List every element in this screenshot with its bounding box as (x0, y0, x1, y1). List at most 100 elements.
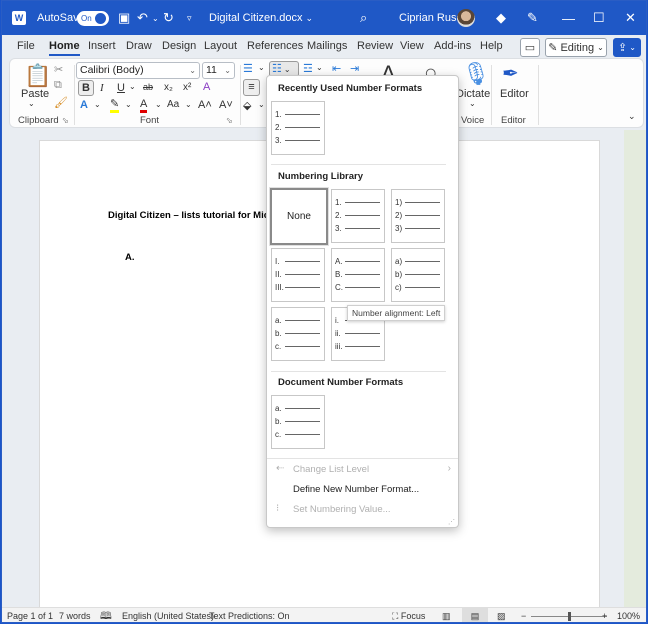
chevron-down-icon[interactable]: ⌄ (94, 100, 101, 109)
read-mode-icon[interactable]: ▥ (442, 611, 451, 622)
zoom-in-button[interactable]: + (602, 611, 607, 621)
bullets-icon[interactable]: ☰ (243, 62, 253, 75)
format-painter-icon[interactable]: 🖌 (54, 96, 68, 109)
chevron-down-icon[interactable]: ⌄ (258, 100, 265, 109)
zoom-slider[interactable] (531, 612, 607, 621)
page-count[interactable]: Page 1 of 1 (7, 611, 53, 621)
minimize-button[interactable]: — (562, 1, 575, 35)
library-format-upper-alpha[interactable]: A. B. C. (331, 248, 385, 302)
microphone-icon[interactable]: 🎙 (462, 61, 490, 87)
web-layout-icon[interactable]: ▨ (497, 611, 506, 622)
print-layout-icon[interactable]: ▤ (462, 608, 488, 622)
tab-references[interactable]: References (247, 40, 303, 52)
language[interactable]: English (United States) (122, 611, 214, 621)
resize-grip-icon[interactable]: ⋰ (448, 518, 455, 526)
chevron-down-icon[interactable]: ⌄ (155, 100, 162, 109)
text-predictions[interactable]: Text Predictions: On (209, 611, 290, 621)
document-title[interactable]: Digital Citizen.docx ⌄ (209, 1, 313, 35)
dialog-launcher-icon[interactable]: ⬂ (226, 116, 233, 125)
paste-button[interactable]: Paste (21, 88, 49, 100)
proofing-icon[interactable]: 🕮 (100, 609, 112, 622)
library-format-lower-alpha-period[interactable]: a. b. c. (271, 307, 325, 361)
font-color-button[interactable]: A (140, 98, 148, 113)
share-button[interactable]: ⇪ ⌄ (613, 38, 641, 57)
paste-dropdown-icon[interactable]: ⌄ (28, 99, 35, 108)
autosave-toggle[interactable]: On (77, 11, 109, 26)
shrink-font-button[interactable]: A˅ (219, 99, 233, 111)
vertical-scrollbar[interactable] (624, 130, 646, 607)
redo-icon[interactable]: ↻ (163, 1, 174, 35)
document-format-1[interactable]: a. b. c. (271, 395, 325, 449)
define-new-number-format-item[interactable]: Define New Number Format... (293, 484, 419, 495)
list-marker[interactable]: A. (125, 252, 135, 263)
subscript-button[interactable]: x₂ (164, 82, 173, 93)
tab-home[interactable]: Home (49, 40, 80, 56)
chevron-down-icon[interactable]: ⌄ (185, 100, 192, 109)
undo-icon[interactable]: ↶ (137, 1, 148, 35)
text-effects-button[interactable]: A (80, 99, 88, 111)
tab-help[interactable]: Help (480, 40, 503, 52)
decrease-indent-icon[interactable]: ⇤ (332, 62, 341, 75)
tab-mailings[interactable]: Mailings (307, 40, 347, 52)
diamond-icon[interactable]: ◆ (496, 1, 506, 35)
save-icon[interactable]: ▣ (118, 1, 130, 35)
avatar[interactable] (457, 9, 475, 27)
collapse-ribbon-icon[interactable]: ⌄ (628, 111, 636, 122)
zoom-level[interactable]: 100% (617, 611, 640, 621)
clipboard-group-label: Clipboard (18, 115, 59, 126)
document-heading[interactable]: Digital Citizen – lists tutorial for Mic… (108, 210, 279, 221)
clear-formatting-icon[interactable]: A (203, 81, 210, 93)
tab-layout[interactable]: Layout (204, 40, 237, 52)
library-format-lower-alpha-paren[interactable]: a) b) c) (391, 248, 445, 302)
undo-dropdown-icon[interactable]: ⌄ (152, 1, 159, 35)
copy-icon[interactable]: ⧉ (54, 79, 62, 92)
recent-format-1[interactable]: 1. 2. 3. (271, 101, 325, 155)
multilevel-list-icon[interactable]: ☲ (303, 62, 313, 75)
library-format-none[interactable]: None (269, 187, 329, 246)
tab-draw[interactable]: Draw (126, 40, 152, 52)
strikethrough-button[interactable]: ab (143, 82, 153, 92)
cut-icon[interactable]: ✂ (54, 63, 63, 76)
library-format-decimal-period[interactable]: 1. 2. 3. (331, 189, 385, 243)
underline-dropdown-icon[interactable]: ⌄ (129, 82, 136, 91)
italic-button[interactable]: I (100, 82, 104, 94)
paste-icon[interactable]: 📋 (24, 63, 51, 89)
tab-view[interactable]: View (400, 40, 424, 52)
chevron-down-icon[interactable]: ⌄ (258, 63, 265, 72)
bold-button[interactable]: B (78, 80, 94, 96)
editor-icon[interactable]: ✒ (502, 61, 519, 86)
word-count[interactable]: 7 words (59, 611, 91, 621)
focus-button[interactable]: ⛶ Focus (392, 611, 425, 622)
font-name-combo[interactable]: Calibri (Body) ⌄ (76, 62, 200, 79)
search-icon[interactable]: ⌕ (360, 1, 367, 35)
editing-mode-button[interactable]: ✎ Editing ⌄ (545, 38, 607, 57)
maximize-button[interactable]: ☐ (593, 1, 605, 35)
superscript-button[interactable]: x² (183, 82, 191, 93)
font-size-combo[interactable]: 11 ⌄ (202, 62, 235, 79)
dialog-launcher-icon[interactable]: ⬂ (62, 116, 69, 125)
zoom-slider-thumb[interactable] (568, 612, 571, 621)
tab-file[interactable]: File (17, 40, 35, 52)
align-left-icon[interactable]: ≡ (243, 79, 260, 96)
change-case-button[interactable]: Aa (167, 99, 179, 110)
comments-button[interactable]: ▭ (520, 38, 540, 57)
editor-button[interactable]: Editor (500, 88, 529, 100)
underline-button[interactable]: U (117, 82, 125, 94)
shading-icon[interactable]: ⬙ (243, 99, 251, 112)
grow-font-button[interactable]: A˄ (198, 99, 212, 111)
library-format-upper-roman[interactable]: I. II. III. (271, 248, 325, 302)
tab-review[interactable]: Review (357, 40, 393, 52)
tab-design[interactable]: Design (162, 40, 196, 52)
chevron-down-icon[interactable]: ⌄ (469, 99, 476, 108)
library-format-decimal-paren[interactable]: 1) 2) 3) (391, 189, 445, 243)
pen-icon[interactable]: ✎ (527, 1, 538, 35)
tab-insert[interactable]: Insert (88, 40, 116, 52)
tab-add-ins[interactable]: Add-ins (434, 40, 471, 52)
highlight-button[interactable]: ✎ (110, 98, 120, 113)
zoom-out-button[interactable]: − (521, 611, 526, 621)
close-button[interactable]: ✕ (625, 1, 636, 35)
chevron-down-icon[interactable]: ⌄ (316, 63, 323, 72)
customize-quick-access-icon[interactable]: ▿ (187, 1, 192, 35)
increase-indent-icon[interactable]: ⇥ (350, 62, 359, 75)
chevron-down-icon[interactable]: ⌄ (125, 100, 132, 109)
